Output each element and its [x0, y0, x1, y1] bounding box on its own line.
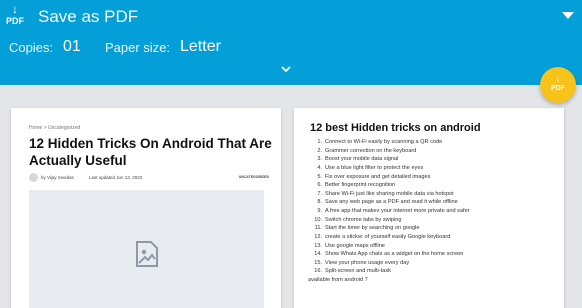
list-item: 14. Show Whats App chats as a widget on t…: [308, 250, 553, 259]
category-badge: UNCATEGORIZED: [238, 175, 269, 179]
download-arrow-icon: ↓: [555, 74, 561, 84]
list-text: create a sticker of yourself easily Goog…: [325, 233, 451, 240]
list-number: 13.: [314, 242, 322, 249]
list-number: 12.: [314, 233, 322, 240]
list-item: 1. Connect to Wi-Fi easily by scanning a …: [308, 138, 553, 147]
list-item: 8. Save any web page as a PDF and read it…: [308, 198, 553, 207]
list-item: 7. Share Wi-Fi just like sharing mobile d…: [308, 190, 553, 199]
chevron-down-icon[interactable]: [281, 64, 291, 74]
list-number: 3.: [317, 156, 322, 163]
list-number: 15.: [314, 259, 322, 266]
list-text: Show Whats App chats as a widget on the …: [325, 251, 464, 258]
image-placeholder-icon: [136, 241, 158, 267]
list-number: 4.: [317, 164, 322, 171]
list-number: 5.: [317, 173, 322, 180]
paper-size-label: Paper size:: [105, 40, 171, 55]
updated-date: Last updated Jun 13, 2022: [89, 175, 143, 180]
list-text: Save any web page as a PDF and read it w…: [325, 199, 458, 206]
list-text: Use google maps offline: [325, 242, 385, 249]
list-text: Start the timer by searching on google: [325, 225, 420, 232]
list-text: Fix over exposure and get detailed image…: [325, 173, 431, 180]
list-number: 2.: [317, 147, 322, 154]
list-text: Split-screen and multi-task: [325, 268, 391, 275]
toolbar: ↓ PDF Save as PDF Copies: 01 Paper size:…: [0, 0, 582, 85]
hero-image: [29, 190, 264, 308]
list-item: 4. Use a blue light filter to protect the…: [308, 164, 553, 173]
article-meta: by Vijay Sivedas Last updated Jun 13, 20…: [29, 173, 269, 183]
tips-list: 1. Connect to Wi-Fi easily by scanning a …: [308, 138, 553, 285]
list-text: A free app that makes your internet more…: [325, 208, 470, 214]
paper-size-value[interactable]: Letter: [180, 38, 221, 56]
list-title: 12 best Hidden tricks on android: [310, 122, 481, 134]
list-number: 8.: [317, 199, 322, 206]
breadcrumb: Home > Uncategorized: [29, 125, 81, 131]
save-pdf-button[interactable]: ↓ PDF: [540, 67, 576, 103]
copies-label: Copies:: [9, 40, 54, 55]
list-number: 14.: [314, 251, 322, 258]
list-item: 12. create a sticker of yourself easily G…: [308, 233, 553, 242]
list-number: 11.: [314, 225, 322, 232]
list-item: 13. Use google maps offline: [308, 242, 553, 251]
list-text: Share Wi-Fi just like sharing mobile dat…: [325, 190, 454, 197]
list-text: Boost your mobile data signal: [325, 156, 399, 163]
list-text: Switch chrome tabs by swiping: [325, 216, 402, 223]
pdf-download-icon: ↓ PDF: [6, 2, 24, 26]
list-item: 5. Fix over exposure and get detailed ima…: [308, 173, 553, 182]
list-number: 6.: [317, 182, 322, 189]
list-text: Connect to Wi-Fi easily by scanning a QR…: [325, 139, 443, 145]
list-text: Better fingerprint recognition: [325, 182, 396, 189]
list-item: 10. Switch chrome tabs by swiping: [308, 216, 553, 225]
list-item: 15. View your phone usage every day: [308, 259, 553, 268]
list-number: 16.: [314, 268, 322, 275]
author: by Vijay Sivedas: [41, 175, 74, 180]
preview-page-2: 12 best Hidden tricks on android 1. Conne…: [294, 108, 564, 308]
list-item: 2. Grammer correction on the keyboard: [308, 147, 553, 156]
list-item: 6. Better fingerprint recognition: [308, 181, 553, 190]
avatar: [29, 173, 38, 182]
list-item: 16. Split-screen and multi-task: [308, 267, 553, 276]
list-item: 11. Start the timer by searching on googl…: [308, 224, 553, 233]
copies-value[interactable]: 01: [63, 38, 81, 56]
list-number: 1.: [317, 139, 322, 145]
preview-page-1: Home > Uncategorized 12 Hidden Tricks On…: [11, 108, 281, 308]
printer-destination[interactable]: Save as PDF: [38, 7, 138, 27]
list-item: 9. A free app that makes your internet mo…: [308, 207, 553, 216]
list-text: Use a blue light filter to protect the e…: [325, 164, 424, 171]
list-number: 7.: [317, 190, 322, 197]
list-item-continuation: available from android 7: [308, 277, 368, 283]
list-number: 9.: [317, 208, 322, 214]
caret-down-icon[interactable]: [562, 12, 574, 19]
list-number: 10.: [314, 216, 322, 223]
list-item: 3. Boost your mobile data signal: [308, 155, 553, 164]
article-title: 12 Hidden Tricks On Android That Are Act…: [29, 136, 272, 168]
list-text: Grammer correction on the keyboard: [325, 147, 417, 154]
list-text: View your phone usage every day: [325, 259, 410, 266]
